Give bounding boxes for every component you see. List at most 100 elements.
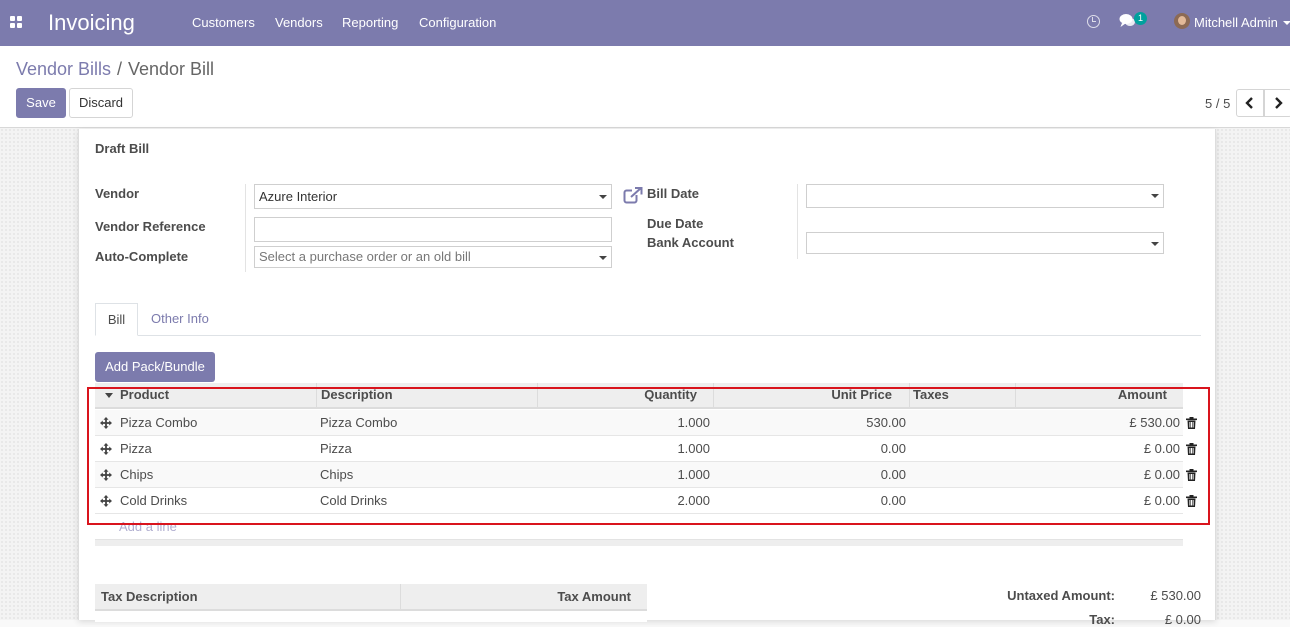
line-taxes[interactable] xyxy=(913,436,1013,461)
user-name[interactable]: Mitchell Admin xyxy=(1194,15,1278,30)
top-navbar: Invoicing Customers Vendors Reporting Co… xyxy=(0,0,1290,46)
column-description[interactable]: Description xyxy=(317,383,538,407)
column-tax-description[interactable]: Tax Description xyxy=(101,584,198,609)
vendor-select[interactable]: Azure Interior xyxy=(254,184,612,209)
line-product[interactable]: Pizza xyxy=(120,436,316,461)
line-description[interactable]: Chips xyxy=(320,462,535,487)
menu-reporting[interactable]: Reporting xyxy=(342,15,398,30)
lines-table-header: Product Description Quantity Unit Price … xyxy=(95,383,1183,409)
table-row[interactable]: Cold Drinks Cold Drinks 2.000 0.00 £ 0.00 xyxy=(95,488,1197,514)
tabs-underline xyxy=(95,335,1201,336)
breadcrumb-current: Vendor Bill xyxy=(128,59,215,79)
chat-count-badge: 1 xyxy=(1134,12,1147,25)
activity-clock-icon[interactable] xyxy=(1087,15,1100,28)
line-product[interactable]: Pizza Combo xyxy=(120,410,316,435)
line-taxes[interactable] xyxy=(913,462,1013,487)
drag-handle-icon[interactable] xyxy=(100,417,112,429)
menu-customers[interactable]: Customers xyxy=(192,15,255,30)
line-unit-price[interactable]: 530.00 xyxy=(714,410,906,435)
untaxed-amount-label: Untaxed Amount: xyxy=(1007,588,1115,603)
line-unit-price[interactable]: 0.00 xyxy=(714,462,906,487)
drag-handle-icon[interactable] xyxy=(100,469,112,481)
vendor-reference-input[interactable] xyxy=(254,217,612,242)
lines-table-footer xyxy=(95,539,1183,546)
user-menu-caret-icon[interactable] xyxy=(1283,21,1290,25)
line-amount: £ 530.00 xyxy=(1129,415,1180,430)
bank-account-label: Bank Account xyxy=(647,235,734,250)
bill-date-select[interactable] xyxy=(806,184,1164,208)
table-row[interactable]: Pizza Pizza 1.000 0.00 £ 0.00 xyxy=(95,436,1197,462)
breadcrumb-separator: / xyxy=(117,59,123,79)
chevron-left-icon xyxy=(1245,97,1253,109)
drag-handle-icon[interactable] xyxy=(100,443,112,455)
line-description[interactable]: Pizza xyxy=(320,436,535,461)
chevron-right-icon xyxy=(1275,97,1283,109)
tax-table-header: Tax Description Tax Amount xyxy=(95,584,647,611)
line-quantity[interactable]: 2.000 xyxy=(538,488,710,513)
line-taxes[interactable] xyxy=(913,410,1013,435)
auto-complete-label: Auto-Complete xyxy=(95,249,189,264)
line-description[interactable]: Pizza Combo xyxy=(320,410,535,435)
external-link-icon[interactable] xyxy=(623,187,643,205)
menu-configuration[interactable]: Configuration xyxy=(419,15,496,30)
drag-handle-icon[interactable] xyxy=(100,495,112,507)
column-product[interactable]: Product xyxy=(117,383,317,407)
discard-button[interactable]: Discard xyxy=(69,88,133,118)
add-a-line-link[interactable]: Add a line xyxy=(119,519,177,534)
control-panel: Vendor Bills / Vendor Bill Save Discard … xyxy=(0,46,1290,128)
vendor-reference-label: Vendor Reference xyxy=(95,219,206,234)
bill-date-caret-icon[interactable] xyxy=(1151,194,1159,198)
app-title[interactable]: Invoicing xyxy=(48,10,135,36)
tax-table-body xyxy=(95,612,647,622)
line-unit-price[interactable]: 0.00 xyxy=(714,436,906,461)
due-date-label: Due Date xyxy=(647,216,704,231)
column-tax-amount[interactable]: Tax Amount xyxy=(401,584,631,609)
line-product[interactable]: Cold Drinks xyxy=(120,488,316,513)
pager-previous-button[interactable] xyxy=(1236,89,1264,117)
auto-complete-select[interactable]: Select a purchase order or an old bill xyxy=(254,246,612,268)
line-quantity[interactable]: 1.000 xyxy=(538,462,710,487)
untaxed-amount-value: £ 530.00 xyxy=(1150,588,1201,603)
column-unit-price[interactable]: Unit Price xyxy=(714,383,910,407)
trash-icon[interactable] xyxy=(1186,469,1197,481)
add-pack-bundle-button[interactable]: Add Pack/Bundle xyxy=(95,352,215,382)
bill-status-title: Draft Bill xyxy=(95,141,150,156)
column-amount[interactable]: Amount xyxy=(1016,383,1183,407)
save-button[interactable]: Save xyxy=(16,88,66,118)
pager-next-button[interactable] xyxy=(1264,89,1290,117)
line-amount: £ 0.00 xyxy=(1143,493,1180,508)
column-taxes[interactable]: Taxes xyxy=(910,383,1016,407)
user-avatar[interactable] xyxy=(1174,13,1190,29)
trash-icon[interactable] xyxy=(1186,417,1197,429)
auto-complete-caret-icon[interactable] xyxy=(599,256,607,260)
vendor-dropdown-caret-icon[interactable] xyxy=(599,195,607,199)
tab-other-info[interactable]: Other Info xyxy=(151,303,209,336)
vendor-label: Vendor xyxy=(95,186,140,201)
tab-bill[interactable]: Bill xyxy=(95,303,138,336)
pager-value[interactable]: 5 / 5 xyxy=(1205,96,1230,111)
line-taxes[interactable] xyxy=(913,488,1013,513)
trash-icon[interactable] xyxy=(1186,443,1197,455)
field-divider-right xyxy=(797,184,798,259)
handle-column-header xyxy=(95,383,117,407)
vendor-value: Azure Interior xyxy=(259,189,338,204)
line-amount: £ 0.00 xyxy=(1143,441,1180,456)
line-description[interactable]: Cold Drinks xyxy=(320,488,535,513)
table-row[interactable]: Pizza Combo Pizza Combo 1.000 530.00 £ 530.0… xyxy=(95,410,1197,436)
breadcrumb-vendor-bills[interactable]: Vendor Bills xyxy=(16,59,111,80)
line-amount: £ 0.00 xyxy=(1143,467,1180,482)
bank-account-caret-icon[interactable] xyxy=(1151,242,1159,246)
bill-date-label: Bill Date xyxy=(647,186,700,201)
trash-icon[interactable] xyxy=(1186,495,1197,507)
bank-account-select[interactable] xyxy=(806,232,1164,254)
table-row[interactable]: Chips Chips 1.000 0.00 £ 0.00 xyxy=(95,462,1197,488)
line-product[interactable]: Chips xyxy=(120,462,316,487)
line-unit-price[interactable]: 0.00 xyxy=(714,488,906,513)
form-sheet: Draft Bill Vendor Vendor Reference Auto-… xyxy=(78,129,1216,627)
menu-vendors[interactable]: Vendors xyxy=(275,15,323,30)
apps-grid-icon[interactable] xyxy=(10,16,23,29)
column-quantity[interactable]: Quantity xyxy=(538,383,714,407)
line-quantity[interactable]: 1.000 xyxy=(538,410,710,435)
sort-caret-icon[interactable] xyxy=(105,393,113,398)
line-quantity[interactable]: 1.000 xyxy=(538,436,710,461)
